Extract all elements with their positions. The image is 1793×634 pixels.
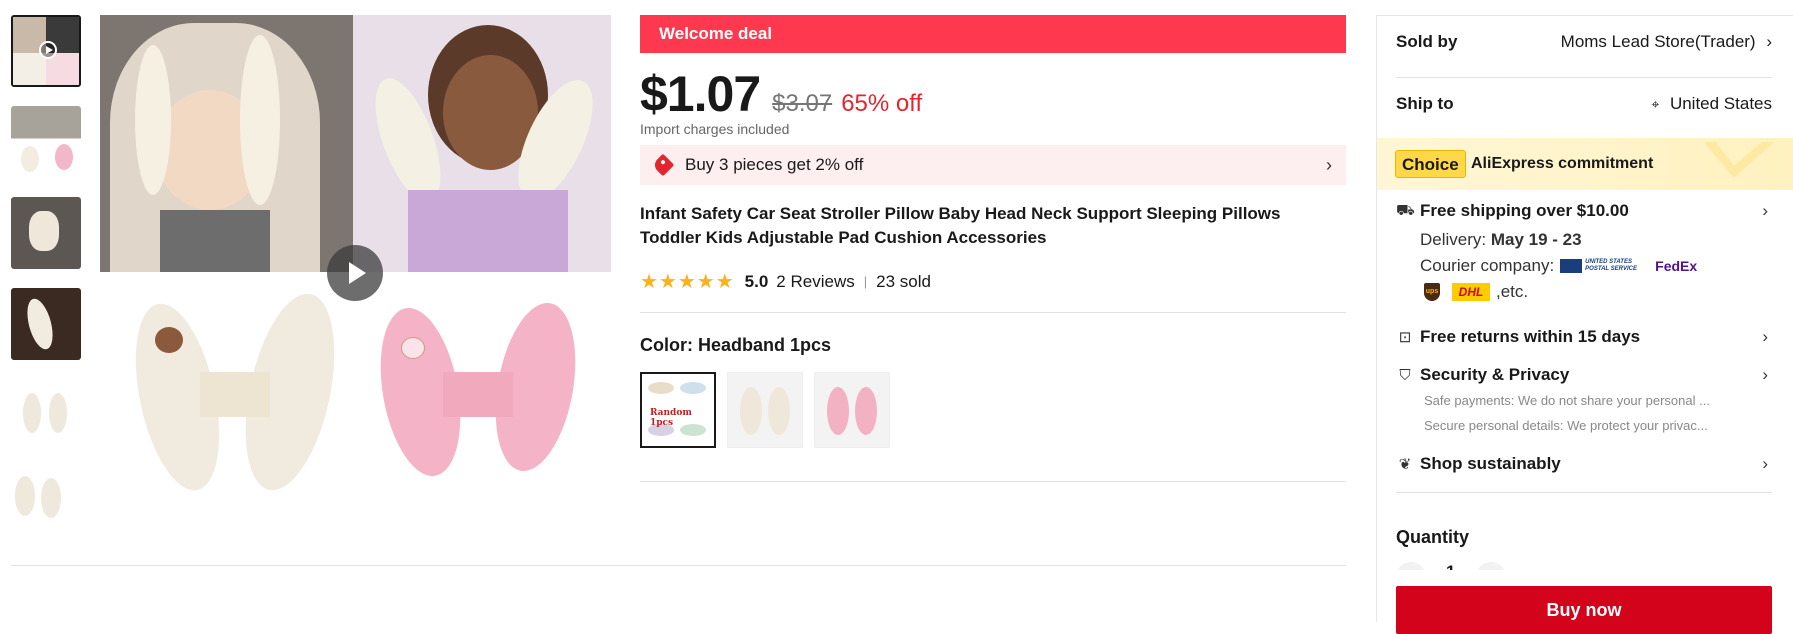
chevron-right-icon: › xyxy=(1766,32,1772,51)
chevron-right-icon: › xyxy=(1762,327,1768,346)
selected-color: Headband 1pcs xyxy=(698,335,832,355)
video-play-icon xyxy=(39,41,57,59)
promotion-text: Buy 3 pieces get 2% off xyxy=(685,155,864,174)
free-shipping-text: Free shipping over $10.00 xyxy=(1420,201,1629,220)
color-label: Color: Headband 1pcs xyxy=(640,335,832,355)
thumbnail-3[interactable] xyxy=(11,197,81,269)
toddler-photo-right xyxy=(353,15,611,272)
thumbnail-4[interactable] xyxy=(11,288,81,360)
section-divider xyxy=(11,565,1346,566)
quantity-stepper: 1 xyxy=(1396,556,1516,570)
discount-label: 65% off xyxy=(841,90,923,117)
location-pin-icon: ⌖ xyxy=(1651,96,1660,112)
product-info: Welcome deal $1.07 $3.07 65% off Import … xyxy=(640,15,1346,482)
returns-box-icon: ⊡ xyxy=(1398,329,1412,346)
choice-text: AliExpress commitment xyxy=(1471,155,1654,172)
import-note: Import charges included xyxy=(640,121,790,137)
courier-info-2: ups DHL ,etc. xyxy=(1420,282,1528,302)
ship-to-label: Ship to xyxy=(1396,94,1454,113)
purchase-panel: Sold by Moms Lead Store(Trader) › Ship t… xyxy=(1376,15,1793,634)
chevron-right-icon: › xyxy=(1326,155,1332,175)
delivery-dates: May 19 - 23 xyxy=(1490,230,1582,249)
divider xyxy=(640,481,1346,482)
main-product-image[interactable] xyxy=(100,15,611,520)
play-video-button[interactable] xyxy=(327,245,383,301)
divider xyxy=(1396,77,1772,78)
welcome-deal-banner: Welcome deal xyxy=(640,15,1346,53)
increase-button[interactable] xyxy=(1476,562,1506,570)
sold-count: 23 sold xyxy=(876,271,931,291)
store-name[interactable]: Moms Lead Store(Trader) xyxy=(1561,32,1756,51)
dhl-logo: DHL xyxy=(1452,283,1490,301)
sustainability-text: Shop sustainably xyxy=(1420,454,1561,473)
free-shipping-row[interactable]: ⛟ Free shipping over $10.00 › xyxy=(1396,201,1772,221)
rating-row: ★★★★★ 5.0 2 Reviews | 23 sold xyxy=(640,269,1346,294)
truck-icon: ⛟ xyxy=(1396,201,1415,219)
chevron-right-icon: › xyxy=(1762,454,1768,473)
check-mark-icon xyxy=(1704,142,1774,178)
courier-label: Courier company: xyxy=(1420,256,1555,275)
price-row: $1.07 $3.07 65% off xyxy=(640,65,1346,122)
thumbnail-5[interactable] xyxy=(11,379,81,451)
swatch-label: Random 1pcs xyxy=(650,408,692,428)
ups-logo: ups xyxy=(1424,283,1440,301)
swatch-pink[interactable] xyxy=(814,372,890,448)
quantity-value[interactable]: 1 xyxy=(1446,562,1455,570)
sustainability-row[interactable]: ❦ Shop sustainably › xyxy=(1396,454,1772,474)
original-price: $3.07 xyxy=(772,90,833,117)
leaf-icon: ❦ xyxy=(1398,456,1412,473)
promotion-bar[interactable]: Buy 3 pieces get 2% off › xyxy=(640,145,1346,185)
buy-now-button[interactable]: Buy now xyxy=(1396,586,1772,634)
divider: | xyxy=(863,274,868,289)
free-returns-row[interactable]: ⊡ Free returns within 15 days › xyxy=(1396,327,1772,347)
courier-etc: ,etc. xyxy=(1496,282,1529,301)
chevron-right-icon: › xyxy=(1762,201,1768,220)
color-swatches: Random 1pcs xyxy=(640,372,1346,448)
shield-icon: ⛉ xyxy=(1399,366,1411,384)
baby-photo-left xyxy=(100,15,353,272)
sold-by-row[interactable]: Sold by Moms Lead Store(Trader) › xyxy=(1396,32,1772,52)
quantity-label: Quantity xyxy=(1396,527,1470,547)
cream-pillow-photo xyxy=(100,272,353,520)
rating-score: 5.0 xyxy=(744,271,769,291)
pink-pillow-photo xyxy=(353,272,611,520)
sold-by-label: Sold by xyxy=(1396,32,1458,51)
fedex-logo: FedEx xyxy=(1655,258,1698,274)
product-title: Infant Safety Car Seat Stroller Pillow B… xyxy=(640,204,1281,247)
security-title: Security & Privacy xyxy=(1420,365,1570,384)
usps-logo: UNITED STATES POSTAL SERVICE xyxy=(1560,259,1643,273)
ship-to-row[interactable]: Ship to ⌖ United States xyxy=(1396,94,1772,114)
coupon-tag-icon xyxy=(651,153,675,177)
swatch-random-1pcs[interactable]: Random 1pcs xyxy=(640,372,716,448)
thumbnail-list xyxy=(11,15,81,541)
chevron-right-icon: › xyxy=(1762,365,1768,384)
courier-info: Courier company: UNITED STATES POSTAL SE… xyxy=(1420,256,1697,276)
ship-country: United States xyxy=(1669,94,1772,113)
security-row[interactable]: ⛉ Security & Privacy › xyxy=(1396,365,1772,385)
divider xyxy=(640,312,1346,313)
divider xyxy=(1396,492,1772,493)
security-line-2: Secure personal details: We protect your… xyxy=(1424,418,1708,433)
thumbnail-2[interactable] xyxy=(11,106,81,178)
thumbnail-1[interactable] xyxy=(11,15,81,87)
decrease-button[interactable] xyxy=(1396,562,1426,570)
swatch-cream[interactable] xyxy=(727,372,803,448)
free-returns-text: Free returns within 15 days xyxy=(1420,327,1641,346)
star-rating-icon: ★★★★★ xyxy=(640,271,735,293)
thumbnail-6[interactable] xyxy=(11,470,81,522)
choice-badge: Choice xyxy=(1395,150,1466,178)
security-line-1: Safe payments: We do not share your pers… xyxy=(1424,393,1710,408)
current-price: $1.07 xyxy=(640,66,761,122)
reviews-link[interactable]: 2 Reviews xyxy=(776,272,854,292)
choice-commitment-bar: Choice AliExpress commitment xyxy=(1377,138,1793,190)
delivery-info: Delivery: May 19 - 23 xyxy=(1420,230,1582,249)
